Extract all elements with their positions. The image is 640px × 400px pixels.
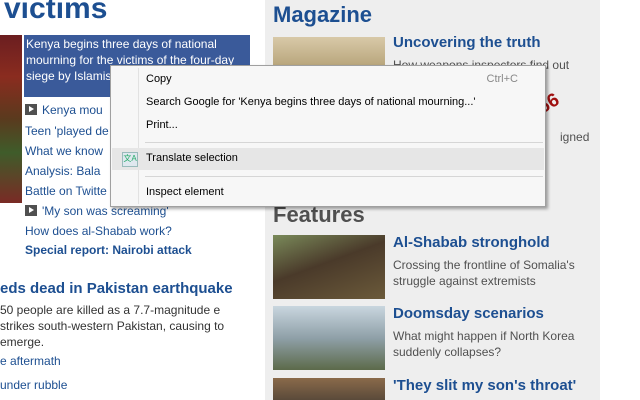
- related-link[interactable]: Analysis: Bala: [25, 164, 100, 178]
- context-menu: Copy Ctrl+C Search Google for 'Kenya beg…: [110, 65, 546, 207]
- menu-item-inspect-element[interactable]: Inspect element: [112, 182, 544, 204]
- video-play-icon: [25, 205, 37, 216]
- story-headline[interactable]: eds dead in Pakistan earthquake: [0, 280, 233, 297]
- feature-thumbnail[interactable]: [273, 378, 385, 400]
- related-link[interactable]: Battle on Twitte: [25, 184, 107, 198]
- related-link[interactable]: under rubble: [0, 378, 67, 392]
- menu-item-search-google[interactable]: Search Google for 'Kenya begins three da…: [112, 92, 544, 114]
- menu-item-copy[interactable]: Copy Ctrl+C: [112, 69, 544, 91]
- menu-separator: [145, 142, 543, 143]
- related-link[interactable]: What we know: [25, 144, 103, 158]
- feature-headline[interactable]: Al-Shabab stronghold: [393, 234, 550, 251]
- feature-thumbnail[interactable]: [273, 306, 385, 370]
- video-play-icon: [25, 104, 37, 115]
- magazine-summary: igned: [560, 130, 590, 144]
- related-link[interactable]: Kenya mou: [25, 103, 103, 117]
- related-link[interactable]: How does al-Shabab work?: [25, 224, 172, 238]
- menu-separator: [145, 176, 543, 177]
- shortcut-label: Ctrl+C: [486, 73, 518, 85]
- menu-item-translate-selection[interactable]: 文A Translate selection: [112, 148, 544, 170]
- feature-headline[interactable]: 'They slit my son's throat': [393, 377, 576, 394]
- magazine-heading: Magazine: [273, 2, 373, 27]
- magazine-thumbnail[interactable]: [273, 37, 385, 67]
- feature-thumbnail[interactable]: [273, 235, 385, 299]
- section-heading: victims: [4, 0, 108, 25]
- feature-summary: What might happen if North Korea suddenl…: [393, 329, 575, 359]
- feature-summary: Crossing the frontline of Somalia's stru…: [393, 258, 575, 288]
- page-margin: [600, 0, 640, 400]
- related-link[interactable]: e aftermath: [0, 354, 61, 368]
- menu-item-print[interactable]: Print...: [112, 115, 544, 137]
- story-image[interactable]: [0, 35, 22, 203]
- related-link[interactable]: Teen 'played de: [25, 124, 109, 138]
- story-summary: 50 people are killed as a 7.7-magnitude …: [0, 303, 225, 349]
- magazine-headline[interactable]: Uncovering the truth: [393, 34, 541, 51]
- special-report-link[interactable]: Special report: Nairobi attack: [25, 243, 192, 257]
- translate-icon: 文A: [122, 152, 138, 167]
- feature-headline[interactable]: Doomsday scenarios: [393, 305, 544, 322]
